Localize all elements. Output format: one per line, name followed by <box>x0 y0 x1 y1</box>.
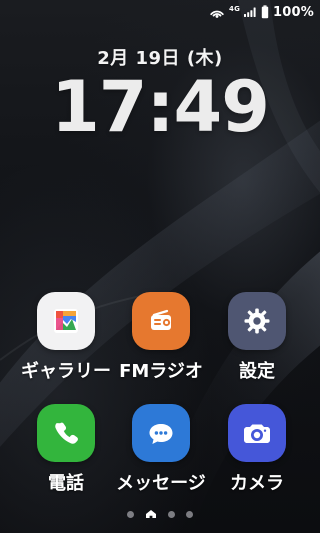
app-label-gallery: ギャラリー <box>21 361 111 382</box>
battery-percentage: 100% <box>273 4 314 20</box>
page-indicator-dot[interactable] <box>168 510 175 518</box>
gallery-app-shortcut[interactable]: ギャラリー <box>18 292 114 392</box>
gear-icon <box>228 292 286 350</box>
lockscreen-clock: 17:49 <box>51 66 270 148</box>
home-icon[interactable] <box>145 509 157 519</box>
app-label-settings: 設定 <box>239 361 275 382</box>
cellular-signal-icon <box>243 6 257 18</box>
status-bar: 4G 100% <box>209 0 320 24</box>
camera-icon <box>228 404 286 462</box>
page-indicator-dot[interactable] <box>127 510 134 518</box>
fm-radio-app-shortcut[interactable]: FMラジオ <box>113 292 209 392</box>
app-label-camera: カメラ <box>230 473 284 494</box>
settings-app-shortcut[interactable]: 設定 <box>209 292 305 392</box>
phone-app-shortcut[interactable]: 電話 <box>18 404 114 504</box>
app-grid: ギャラリー FMラジオ 設定 電話 メッセージ カメラ <box>0 292 320 506</box>
app-label-phone: 電話 <box>48 473 84 494</box>
gallery-icon <box>37 292 95 350</box>
page-indicator[interactable] <box>0 508 320 520</box>
app-label-fm-radio: FMラジオ <box>119 361 203 382</box>
phone-icon <box>37 404 95 462</box>
hotspot-icon <box>209 5 225 19</box>
page-indicator-dot[interactable] <box>186 510 193 518</box>
radio-icon <box>132 292 190 350</box>
battery-icon <box>261 5 269 19</box>
network-type-label: 4G <box>229 4 241 13</box>
home-screen: 4G 100% 2月 19日 (木) 17:49 ギャラリー FMラジオ 設定 … <box>0 0 320 533</box>
messages-app-shortcut[interactable]: メッセージ <box>113 404 209 504</box>
app-label-messages: メッセージ <box>116 473 206 494</box>
chat-bubble-icon <box>132 404 190 462</box>
camera-app-shortcut[interactable]: カメラ <box>209 404 305 504</box>
